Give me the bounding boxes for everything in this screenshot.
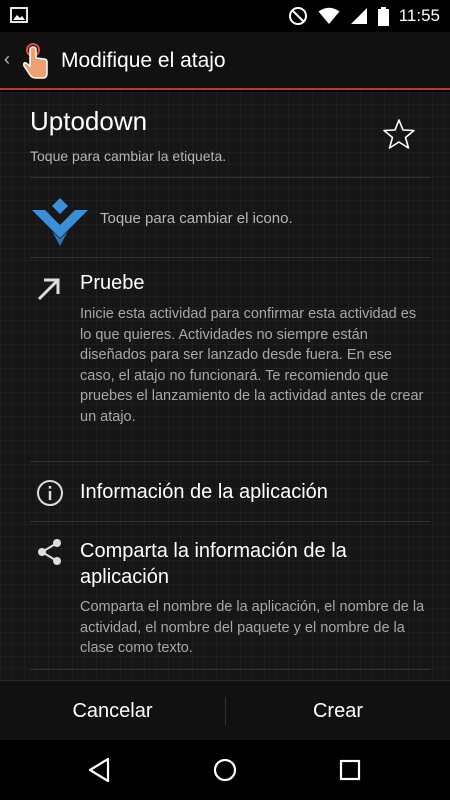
test-title: Pruebe bbox=[80, 272, 145, 294]
label-hint: Toque para cambiar la etiqueta. bbox=[30, 148, 227, 164]
wifi-icon bbox=[318, 7, 340, 24]
icon-row[interactable]: Toque para cambiar el icono. bbox=[30, 194, 430, 250]
share-icon bbox=[38, 539, 61, 565]
dnd-icon bbox=[288, 7, 307, 25]
page-title: Modifique el atajo bbox=[61, 49, 226, 72]
divider bbox=[30, 669, 430, 670]
share-description: Comparta el nombre de la aplicación, el … bbox=[80, 599, 425, 656]
star-icon[interactable] bbox=[383, 118, 415, 150]
arrow-up-right-icon bbox=[37, 278, 60, 301]
recents-icon[interactable] bbox=[336, 756, 364, 784]
app-bar: ‹ Modifique el atajo bbox=[0, 32, 450, 90]
signal-icon bbox=[350, 8, 367, 24]
up-chevron-icon[interactable]: ‹ bbox=[4, 49, 10, 70]
shortcut-label[interactable]: Uptodown bbox=[30, 106, 147, 137]
back-icon[interactable] bbox=[86, 756, 114, 784]
divider bbox=[30, 521, 430, 522]
cancel-button[interactable]: Cancelar bbox=[0, 681, 225, 741]
icon-hint: Toque para cambiar el icono. bbox=[100, 210, 293, 227]
uptodown-logo-icon[interactable] bbox=[30, 198, 90, 246]
divider bbox=[30, 257, 430, 258]
status-icons: 11:55 bbox=[288, 0, 440, 32]
home-icon[interactable] bbox=[211, 756, 239, 784]
share-title: Comparta la información de la aplicación bbox=[80, 540, 347, 588]
divider bbox=[30, 461, 430, 462]
create-button[interactable]: Crear bbox=[226, 681, 450, 741]
navigation-bar bbox=[0, 740, 450, 800]
dialog-buttons: Cancelar Crear bbox=[0, 680, 450, 740]
clock: 11:55 bbox=[398, 6, 440, 25]
test-description: Inicie esta actividad para confirmar est… bbox=[80, 306, 424, 425]
info-icon bbox=[37, 480, 63, 506]
divider bbox=[30, 177, 430, 178]
battery-icon bbox=[377, 6, 389, 26]
shortcut-editor: Uptodown Toque para cambiar la etiqueta.… bbox=[0, 92, 450, 680]
image-icon bbox=[10, 7, 28, 23]
touch-shortcut-icon[interactable] bbox=[17, 42, 51, 80]
app-info-title: Información de la aplicación bbox=[80, 481, 328, 503]
status-bar: 11:55 bbox=[0, 0, 450, 32]
